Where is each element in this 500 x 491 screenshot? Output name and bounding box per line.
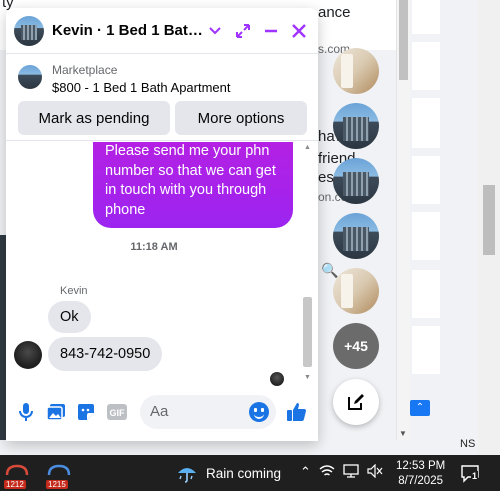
outgoing-message[interactable]: Please send me your phn number so that w… — [93, 142, 293, 228]
browser-scrollbar[interactable] — [478, 0, 500, 455]
scroll-down-arrow-icon[interactable]: ▼ — [399, 429, 407, 438]
emoji-icon[interactable] — [249, 402, 269, 422]
chat-title[interactable]: Kevin · 1 Bed 1 Bath Ap... — [52, 22, 204, 39]
search-icon[interactable]: 🔍 — [321, 262, 338, 279]
chevron-up-icon[interactable]: ⌃ — [410, 400, 430, 416]
scrollbar-thumb[interactable] — [303, 297, 312, 367]
scroll-up-arrow-icon[interactable]: ▲ — [304, 144, 311, 151]
close-icon[interactable] — [288, 20, 310, 42]
incoming-message[interactable]: Ok — [48, 301, 91, 333]
listing-title[interactable]: $800 - 1 Bed 1 Bath Apartment — [52, 80, 231, 95]
listing-thumbnail[interactable] — [18, 65, 42, 89]
background-card — [412, 212, 440, 260]
expand-icon[interactable] — [232, 20, 254, 42]
message-input-placeholder: Aa — [150, 403, 169, 420]
gif-icon[interactable]: GIF — [106, 402, 128, 422]
messenger-chat-window: Kevin · 1 Bed 1 Bath Ap... Marketplace $… — [6, 8, 318, 441]
volume-muted-icon[interactable] — [367, 464, 383, 478]
incoming-message[interactable]: 843-742-0950 — [48, 337, 163, 371]
clock-date: 8/7/2025 — [398, 475, 443, 487]
weather-widget[interactable]: Rain coming — [176, 462, 281, 484]
more-chats-count[interactable]: +45 — [333, 323, 379, 369]
minimize-icon[interactable] — [260, 20, 282, 42]
listing-source: Marketplace — [52, 63, 118, 77]
marketplace-listing-banner: Marketplace $800 - 1 Bed 1 Bath Apartmen… — [6, 55, 318, 141]
like-icon[interactable] — [286, 402, 308, 422]
chat-head-avatar[interactable] — [333, 158, 379, 204]
system-clock[interactable]: 12:53 PM 8/7/2025 — [396, 459, 445, 489]
compose-icon — [348, 394, 364, 410]
wifi-icon[interactable] — [319, 464, 335, 478]
page-scrollbar[interactable]: ▼ — [396, 0, 410, 440]
sender-avatar[interactable] — [14, 341, 42, 369]
taskbar-badge: 1215 — [46, 480, 68, 489]
message-composer: GIF Aa — [6, 392, 318, 432]
read-receipt-avatar — [270, 372, 284, 386]
taskbar-badge: 1212 — [4, 480, 26, 489]
background-card — [412, 270, 440, 318]
chat-heads-column: 🔍 +45 — [321, 0, 390, 440]
chevron-down-icon[interactable] — [204, 20, 226, 42]
contact-avatar[interactable] — [14, 15, 44, 46]
microphone-icon[interactable] — [16, 402, 36, 422]
background-card — [412, 98, 440, 148]
background-text: NS — [460, 438, 476, 450]
notification-center-icon[interactable]: 1 — [460, 463, 480, 483]
scrollbar-thumb[interactable] — [399, 0, 408, 80]
chevron-up-icon[interactable]: ⌃ — [300, 464, 311, 480]
taskbar-app-icon[interactable]: 1212 — [4, 461, 30, 489]
mark-as-pending-button[interactable]: Mark as pending — [18, 101, 170, 135]
background-card — [412, 42, 440, 90]
chat-head-avatar[interactable] — [333, 213, 379, 259]
scroll-down-arrow-icon[interactable]: ▼ — [304, 374, 311, 381]
system-tray: ⌃ — [300, 464, 383, 480]
scrollbar-thumb[interactable] — [483, 185, 495, 255]
message-timestamp: 11:18 AM — [130, 241, 178, 253]
more-options-button[interactable]: More options — [175, 101, 307, 135]
taskbar-app-icon[interactable]: 1215 — [46, 461, 72, 489]
new-message-button[interactable] — [333, 379, 379, 425]
image-icon[interactable] — [46, 402, 66, 422]
background-card — [412, 326, 440, 374]
message-scrollbar[interactable]: ▲ ▼ — [302, 142, 314, 387]
weather-text: Rain coming — [206, 465, 282, 481]
notification-count: 1 — [471, 471, 479, 481]
chat-head-avatar[interactable] — [333, 48, 379, 94]
sticker-icon[interactable] — [76, 402, 96, 422]
chat-head-avatar[interactable] — [333, 103, 379, 149]
message-list[interactable]: Please send me your phn number so that w… — [6, 142, 318, 387]
clock-time: 12:53 PM — [396, 460, 446, 472]
windows-taskbar: 1212 1215 Rain coming ⌃ 12:53 PM 8/7/202… — [0, 455, 500, 491]
network-icon[interactable] — [343, 464, 359, 478]
sender-name: Kevin — [60, 285, 88, 297]
background-card — [412, 0, 440, 34]
chat-header[interactable]: Kevin · 1 Bed 1 Bath Ap... — [6, 8, 318, 54]
chat-head-avatar[interactable] — [333, 268, 379, 314]
rain-umbrella-icon — [178, 468, 196, 483]
svg-text:GIF: GIF — [110, 408, 126, 418]
background-card — [412, 156, 440, 204]
message-input[interactable]: Aa — [140, 395, 276, 429]
